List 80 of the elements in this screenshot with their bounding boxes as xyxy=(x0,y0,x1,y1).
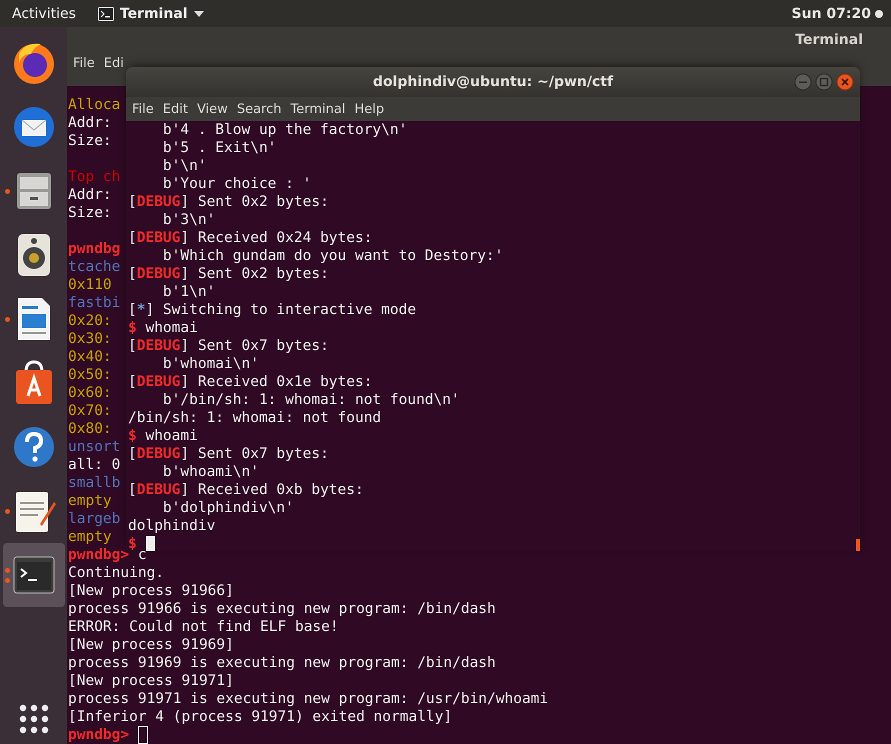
running-indicator xyxy=(4,508,10,514)
terminal-line: [*] Switching to interactive mode xyxy=(128,301,416,319)
app-grid-icon[interactable] xyxy=(18,704,48,734)
terminal-line: [DEBUG] Sent 0x2 bytes: xyxy=(128,265,329,283)
terminal-line: unsort xyxy=(68,438,120,456)
terminal-line: Size: xyxy=(68,204,112,222)
terminal-line: 0x30: xyxy=(68,330,112,348)
status-dot-icon[interactable] xyxy=(875,10,883,18)
terminal-line: process 91971 is executing new program: /usr/bin/whoami xyxy=(68,690,548,708)
terminal-line: [New process 91966] xyxy=(68,582,234,600)
terminal-line: Alloca xyxy=(68,96,120,114)
menu-item[interactable]: View xyxy=(196,102,228,116)
terminal-line: [DEBUG] Received 0x24 bytes: xyxy=(128,229,372,247)
running-indicator xyxy=(4,188,10,194)
terminal-line: largeb xyxy=(68,510,120,528)
terminal-line: [DEBUG] Sent 0x7 bytes: xyxy=(128,445,329,463)
terminal-line: b'3\n' xyxy=(162,211,216,229)
terminal-line: 0x70: xyxy=(68,402,112,420)
terminal-line: Addr: xyxy=(68,186,112,204)
terminal-icon xyxy=(98,6,114,20)
window-title: dolphindiv@ubuntu: ~/pwn/ctf xyxy=(372,74,614,90)
terminal-line: [DEBUG] Sent 0x2 bytes: xyxy=(128,193,329,211)
terminal-line: $ whomai xyxy=(128,319,198,337)
terminal-line: 0x80: xyxy=(68,420,112,438)
terminal-line: [DEBUG] Sent 0x7 bytes: xyxy=(128,337,329,355)
terminal-line: Addr: xyxy=(68,114,112,132)
terminal-line: b'whoami\n' xyxy=(162,463,259,481)
terminal-line: smallb xyxy=(68,474,120,492)
terminal-line: ERROR: Could not find ELF base! xyxy=(68,618,339,636)
terminal-line: fastbi xyxy=(68,294,120,312)
terminal-line: b'Which gundam do you want to Destory:' xyxy=(162,247,504,265)
terminal-line: Top ch xyxy=(68,168,120,186)
terminal-line: b'dolphindiv\n' xyxy=(162,499,294,517)
terminal-line: 0x110 xyxy=(68,276,112,294)
terminal-line: all: 0 xyxy=(68,456,120,474)
terminal-line: Size: xyxy=(68,132,112,150)
terminal-line: /bin/sh: 1: whomai: not found xyxy=(128,409,382,427)
terminal-line: 0x60: xyxy=(68,384,112,402)
terminal-line: empty xyxy=(68,492,112,510)
terminal-line: pwndbg xyxy=(68,240,120,258)
terminal-line: 0x20: xyxy=(68,312,112,330)
scrollbar-thumb[interactable] xyxy=(856,539,860,551)
terminal-line: b'Your choice : ' xyxy=(162,175,312,193)
window-title: Terminal xyxy=(795,32,863,48)
terminal-line: b'4 . Blow up the factory\n' xyxy=(162,121,408,139)
terminal-line: process 91966 is executing new program: /bin/dash xyxy=(68,600,496,618)
menu-item[interactable]: Edit xyxy=(162,102,188,116)
menu-item[interactable]: File xyxy=(132,102,154,116)
terminal-line: dolphindiv xyxy=(128,517,216,535)
menu-item[interactable]: Search xyxy=(236,102,282,116)
terminal-line: 0x50: xyxy=(68,366,112,384)
help-icon[interactable] xyxy=(12,425,56,469)
terminal-line: Continuing. xyxy=(68,564,164,582)
activities-button[interactable]: Activities xyxy=(12,6,76,22)
terminal-line: tcache xyxy=(68,258,120,276)
menu-item[interactable]: Help xyxy=(354,102,384,116)
caret-icon xyxy=(194,10,204,16)
terminal-line: [DEBUG] Received 0xb bytes: xyxy=(128,481,364,499)
clock[interactable]: Sun 07:20 xyxy=(792,6,871,22)
menu-item[interactable]: Edi xyxy=(104,56,124,71)
terminal-line: empty xyxy=(68,528,112,546)
terminal-line: pwndbg> xyxy=(68,726,130,744)
terminal-line: b'/bin/sh: 1: whomai: not found\n' xyxy=(162,391,460,409)
terminal-line: [DEBUG] Received 0x1e bytes: xyxy=(128,373,372,391)
menu-item[interactable]: File xyxy=(73,56,95,71)
app-menu-button[interactable]: Terminal xyxy=(98,6,204,22)
terminal-line: process 91969 is executing new program: /bin/dash xyxy=(68,654,496,672)
terminal-line: [New process 91971] xyxy=(68,672,234,690)
terminal-line: b'\n' xyxy=(162,157,207,175)
terminal-line: [New process 91969] xyxy=(68,636,234,654)
terminal-line: [Inferior 4 (process 91971) exited normally] xyxy=(68,708,452,726)
menu-item[interactable]: Terminal xyxy=(290,102,346,116)
close-button[interactable] xyxy=(836,73,854,91)
terminal-line: b'5 . Exit\n' xyxy=(162,139,276,157)
terminal-icon[interactable] xyxy=(12,555,56,595)
terminal-line: $ whoami xyxy=(128,427,198,445)
terminal-line: b'whomai\n' xyxy=(162,355,259,373)
running-indicator xyxy=(4,316,10,322)
terminal-line: b'1\n' xyxy=(162,283,216,301)
terminal-line: 0x40: xyxy=(68,348,112,366)
